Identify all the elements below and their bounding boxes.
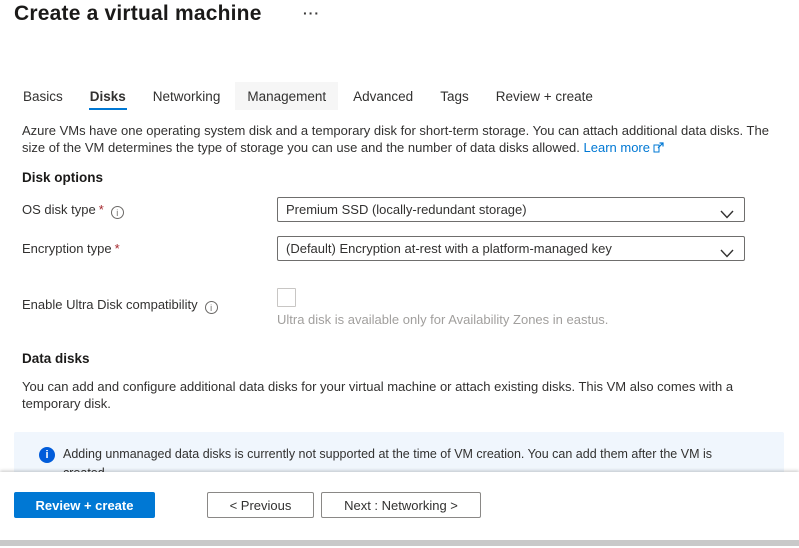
required-asterisk: * — [115, 241, 120, 256]
os-disk-type-value: Premium SSD (locally-redundant storage) — [286, 202, 527, 217]
encryption-type-label: Encryption type* — [22, 241, 120, 256]
tab-review-create[interactable]: Review + create — [495, 82, 594, 110]
tab-disks[interactable]: Disks — [89, 82, 127, 110]
ultra-disk-label: Enable Ultra Disk compatibility — [22, 297, 218, 314]
os-disk-type-label: OS disk type* — [22, 202, 124, 219]
encryption-type-value: (Default) Encryption at-rest with a plat… — [286, 241, 612, 256]
data-disks-description: You can add and configure additional dat… — [22, 378, 764, 412]
tab-management[interactable]: Management — [235, 82, 338, 110]
learn-more-link[interactable]: Learn more — [584, 140, 650, 155]
next-networking-button[interactable]: Next : Networking > — [321, 492, 481, 518]
intro-text: Azure VMs have one operating system disk… — [22, 122, 774, 157]
tab-tags[interactable]: Tags — [439, 82, 470, 110]
tab-advanced[interactable]: Advanced — [352, 82, 414, 110]
info-icon[interactable] — [111, 206, 124, 219]
encryption-type-select[interactable]: (Default) Encryption at-rest with a plat… — [277, 236, 745, 261]
os-disk-type-select[interactable]: Premium SSD (locally-redundant storage) — [277, 197, 745, 222]
review-create-button[interactable]: Review + create — [14, 492, 155, 518]
chevron-down-icon — [720, 245, 734, 263]
more-options-icon[interactable]: ··· — [303, 6, 320, 20]
tab-basics[interactable]: Basics — [22, 82, 64, 110]
required-asterisk: * — [99, 202, 104, 217]
tab-networking[interactable]: Networking — [152, 82, 222, 110]
wizard-tabs: Basics Disks Networking Management Advan… — [22, 82, 594, 110]
external-link-icon — [653, 140, 664, 157]
info-icon — [39, 447, 55, 463]
disk-options-heading: Disk options — [22, 170, 103, 185]
horizontal-scrollbar[interactable] — [0, 540, 799, 546]
chevron-down-icon — [720, 206, 734, 224]
page-title: Create a virtual machine — [14, 2, 262, 26]
info-icon[interactable] — [205, 301, 218, 314]
wizard-footer: Review + create < Previous Next : Networ… — [0, 472, 799, 540]
create-vm-page: Create a virtual machine ··· Basics Disk… — [0, 0, 799, 548]
ultra-disk-helper-text: Ultra disk is available only for Availab… — [277, 312, 608, 327]
ultra-disk-checkbox[interactable] — [277, 288, 296, 307]
data-disks-heading: Data disks — [22, 351, 90, 366]
previous-button[interactable]: < Previous — [207, 492, 314, 518]
